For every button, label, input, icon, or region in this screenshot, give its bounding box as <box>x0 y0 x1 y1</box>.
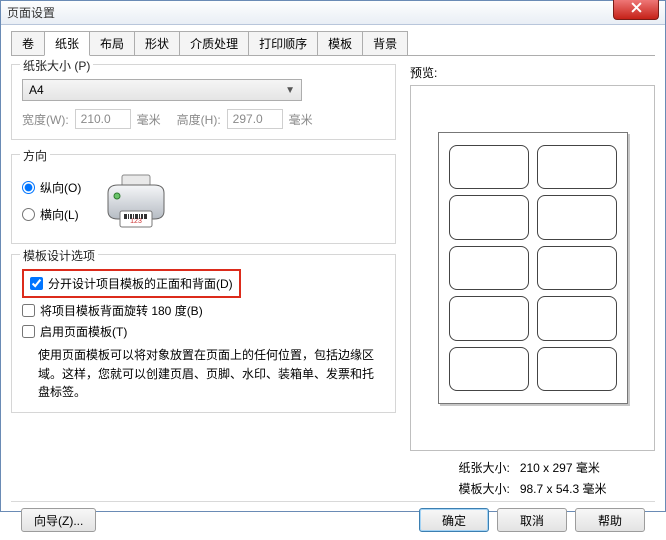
highlighted-option: 分开设计项目模板的正面和背面(D) <box>22 269 241 298</box>
preview-sheet <box>438 132 628 404</box>
svg-text:123: 123 <box>130 218 142 225</box>
checkbox-enable-page-template-input[interactable] <box>22 325 35 338</box>
group-paper-size: 纸张大小 (P) A4 ▼ 宽度(W): 210.0 毫米 高度(H): 297… <box>11 64 396 140</box>
height-input: 297.0 <box>227 109 283 129</box>
preview-label-cell <box>449 195 529 239</box>
paper-size-label: 纸张大小: <box>458 459 509 476</box>
help-text: 使用页面模板可以将对象放置在页面上的任何位置，包括边缘区域。这样，您就可以创建页… <box>38 346 383 402</box>
preview-label-cell <box>449 296 529 340</box>
chevron-down-icon: ▼ <box>285 85 295 96</box>
tab-paper[interactable]: 纸张 <box>44 31 90 56</box>
preview-label-cell <box>537 145 617 189</box>
group-label-template-options: 模板设计选项 <box>20 247 98 264</box>
radio-landscape[interactable]: 横向(L) <box>22 206 81 223</box>
preview-label-cell <box>537 246 617 290</box>
preview-label-cell <box>449 347 529 391</box>
checkbox-enable-page-template-label: 启用页面模板(T) <box>40 323 127 340</box>
preview-label-cell <box>449 246 529 290</box>
radio-landscape-input[interactable] <box>22 208 35 221</box>
radio-portrait-label: 纵向(O) <box>40 179 81 196</box>
group-label-paper-size: 纸张大小 (P) <box>20 57 93 74</box>
checkbox-separate-front-back-label: 分开设计项目模板的正面和背面(D) <box>48 275 233 292</box>
width-input: 210.0 <box>75 109 131 129</box>
width-label: 宽度(W): <box>22 111 69 128</box>
preview-label-cell <box>537 347 617 391</box>
checkbox-separate-front-back[interactable]: 分开设计项目模板的正面和背面(D) <box>30 275 233 292</box>
checkbox-separate-front-back-input[interactable] <box>30 277 43 290</box>
tab-print-order[interactable]: 打印顺序 <box>248 31 318 55</box>
checkbox-rotate-back[interactable]: 将项目模板背面旋转 180 度(B) <box>22 302 385 319</box>
checkbox-rotate-back-label: 将项目模板背面旋转 180 度(B) <box>40 302 203 319</box>
group-label-orientation: 方向 <box>20 147 50 164</box>
preview-label: 预览: <box>410 64 655 81</box>
group-template-options: 模板设计选项 分开设计项目模板的正面和背面(D) 将项目模板背面旋转 180 度… <box>11 254 396 413</box>
window-title: 页面设置 <box>7 4 55 21</box>
paper-size-value: A4 <box>29 83 44 97</box>
radio-landscape-label: 横向(L) <box>40 206 79 223</box>
template-size-label: 模板大小: <box>458 480 509 497</box>
checkbox-enable-page-template[interactable]: 启用页面模板(T) <box>22 323 385 340</box>
tab-bar: 卷 纸张 布局 形状 介质处理 打印顺序 模板 背景 <box>11 31 655 56</box>
tab-shape[interactable]: 形状 <box>134 31 180 55</box>
printer-icon: 123 <box>101 169 171 233</box>
tab-layout[interactable]: 布局 <box>89 31 135 55</box>
preview-label-cell <box>449 145 529 189</box>
height-label: 高度(H): <box>177 111 221 128</box>
preview-pane <box>410 85 655 451</box>
tab-template[interactable]: 模板 <box>317 31 363 55</box>
close-icon <box>631 2 642 16</box>
template-size-value-text: 98.7 x 54.3 毫米 <box>520 480 607 497</box>
radio-portrait[interactable]: 纵向(O) <box>22 179 81 196</box>
preview-label-cell <box>537 195 617 239</box>
tab-roll[interactable]: 卷 <box>11 31 45 55</box>
paper-size-select[interactable]: A4 ▼ <box>22 79 302 101</box>
tab-background[interactable]: 背景 <box>362 31 408 55</box>
tab-media[interactable]: 介质处理 <box>179 31 249 55</box>
width-unit: 毫米 <box>137 111 161 128</box>
group-orientation: 方向 纵向(O) 横向(L) <box>11 154 396 244</box>
preview-label-cell <box>537 296 617 340</box>
paper-size-value-text: 210 x 297 毫米 <box>520 459 607 476</box>
height-unit: 毫米 <box>289 111 313 128</box>
checkbox-rotate-back-input[interactable] <box>22 304 35 317</box>
radio-portrait-input[interactable] <box>22 181 35 194</box>
close-button[interactable] <box>613 0 659 20</box>
